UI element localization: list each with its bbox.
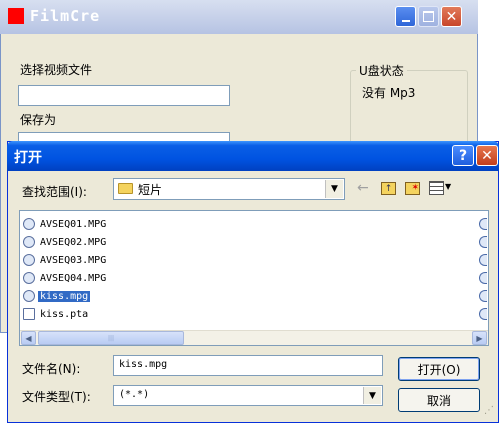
media-file-icon bbox=[479, 308, 487, 320]
chevron-down-icon[interactable]: ▼ bbox=[445, 182, 451, 191]
view-menu-icon[interactable] bbox=[429, 181, 444, 195]
media-file-icon bbox=[23, 236, 35, 248]
maximize-button[interactable] bbox=[418, 6, 439, 27]
media-file-icon bbox=[479, 218, 487, 230]
list-item[interactable]: AVSEQ03.MPG bbox=[23, 252, 108, 268]
media-file-icon bbox=[23, 272, 35, 284]
new-folder-icon[interactable]: ✶ bbox=[405, 182, 420, 195]
scrollbar-thumb[interactable]: ||| bbox=[38, 331, 184, 345]
file-name: AVSEQ03.MPG bbox=[40, 254, 107, 266]
list-item[interactable]: AVSEQ02.MPG bbox=[23, 234, 108, 250]
file-name: kiss.mpg bbox=[38, 290, 91, 302]
maximize-icon bbox=[423, 11, 434, 22]
app-icon bbox=[8, 8, 24, 24]
video-file-input[interactable] bbox=[18, 85, 230, 106]
media-file-icon bbox=[479, 236, 487, 248]
cancel-button-label: 取消 bbox=[426, 393, 451, 408]
up-folder-icon[interactable]: ↑ bbox=[381, 182, 396, 195]
file-name: AVSEQ02.MPG bbox=[40, 236, 107, 248]
look-in-label: 查找范围(I): bbox=[22, 185, 87, 199]
minimize-button[interactable] bbox=[395, 6, 416, 27]
open-button-label: 打开(O) bbox=[417, 362, 461, 377]
scroll-left-icon[interactable]: ◀ bbox=[21, 331, 36, 345]
chevron-down-icon[interactable]: ▼ bbox=[325, 180, 343, 198]
select-video-label: 选择视频文件 bbox=[20, 63, 93, 77]
file-type-select[interactable]: (*.*) bbox=[113, 385, 383, 406]
back-arrow-icon[interactable]: ← bbox=[357, 180, 369, 196]
minimize-icon bbox=[401, 19, 410, 22]
save-as-label: 保存为 bbox=[20, 113, 57, 127]
media-file-icon bbox=[479, 290, 487, 302]
window-title: FilmCre bbox=[30, 7, 101, 25]
open-dialog-title: 打开 bbox=[14, 150, 42, 166]
scroll-right-icon[interactable]: ▶ bbox=[472, 331, 487, 345]
close-button[interactable]: ✕ bbox=[441, 6, 462, 27]
chevron-down-icon[interactable]: ▼ bbox=[363, 387, 381, 404]
media-file-icon bbox=[23, 290, 35, 302]
dialog-close-button[interactable]: ✕ bbox=[476, 145, 498, 166]
document-file-icon bbox=[23, 308, 35, 320]
resize-grip-icon[interactable]: ⋰ bbox=[484, 405, 494, 416]
open-dialog-titlebar[interactable] bbox=[7, 141, 499, 171]
file-name-label: 文件名(N): bbox=[22, 362, 81, 376]
look-in-value: 短片 bbox=[138, 183, 163, 197]
media-file-icon bbox=[479, 272, 487, 284]
list-item[interactable]: kiss.mpg bbox=[23, 288, 91, 304]
open-button[interactable]: 打开(O) bbox=[398, 357, 480, 381]
file-name: AVSEQ04.MPG bbox=[40, 272, 107, 284]
file-name: kiss.pta bbox=[40, 308, 89, 320]
usb-status-legend: U盘状态 bbox=[356, 62, 407, 79]
usb-status-value: 没有 Mp3 bbox=[362, 86, 416, 100]
media-file-icon bbox=[23, 218, 35, 230]
close-icon: ✕ bbox=[481, 147, 493, 164]
list-item[interactable]: AVSEQ04.MPG bbox=[23, 270, 108, 286]
cancel-button[interactable]: 取消 bbox=[398, 388, 480, 412]
media-file-icon bbox=[479, 254, 487, 266]
media-file-icon bbox=[23, 254, 35, 266]
file-name: AVSEQ01.MPG bbox=[40, 218, 107, 230]
help-icon: ? bbox=[458, 147, 468, 164]
file-type-label: 文件类型(T): bbox=[22, 390, 91, 404]
list-item[interactable]: AVSEQ01.MPG bbox=[23, 216, 108, 232]
close-icon: ✕ bbox=[445, 8, 458, 25]
list-item[interactable]: kiss.pta bbox=[23, 306, 90, 322]
file-name-input[interactable]: kiss.mpg bbox=[113, 355, 383, 376]
folder-icon bbox=[118, 183, 133, 194]
help-button[interactable]: ? bbox=[452, 145, 474, 166]
